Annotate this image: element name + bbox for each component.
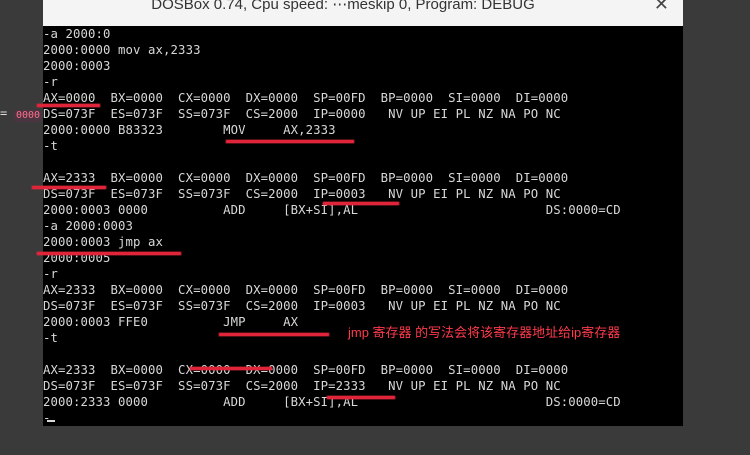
highlight-jmp-instr [219,333,329,336]
console-line: DS=073F ES=073F SS=073F CS=2000 IP=0003 … [43,299,561,313]
console-line: AX=2333 BX=0000 CX=0000 DX=0000 SP=00FD … [43,171,569,185]
annotation-note: jmp 寄存器 的写法会将该寄存器地址给ip寄存器 [348,325,621,340]
console-line: AX=2333 BX=0000 CX=0000 DX=0000 SP=00FD … [43,363,569,377]
console-line: 2000:0000 B83323 MOV AX,2333 [43,123,336,137]
highlight-mov-instr [226,140,354,143]
console-line: DS=073F ES=073F SS=073F CS=2000 IP=0000 … [43,107,561,121]
console-line: AX=0000 BX=0000 CX=0000 DX=0000 SP=00FD … [43,91,569,105]
window-titlebar: DOSBox 0.74, Cpu speed: ⋯meskip 0, Progr… [43,0,683,26]
console-line: 2000:0003 [43,59,111,73]
highlight-jmp-line [37,252,181,255]
console-line: -t [43,139,59,153]
highlight-dx [190,367,272,370]
highlight-ip-0003 [323,202,399,205]
console-line: 2000:0000 mov ax,2333 [43,43,201,57]
window-title: DOSBox 0.74, Cpu speed: ⋯meskip 0, Progr… [151,0,535,13]
console-line: AX=2333 BX=0000 CX=0000 DX=0000 SP=00FD … [43,283,569,297]
console-line: DS=073F ES=073F SS=073F CS=2000 IP=2333 … [43,379,561,393]
text-cursor [47,420,55,422]
highlight-ax-0000 [37,104,100,107]
side-register-badge: 0000 [14,110,43,122]
console-line: DS=073F ES=073F SS=073F CS=2000 IP=0003 … [43,187,561,201]
dos-console[interactable]: -a 2000:0 2000:0000 mov ax,2333 2000:000… [43,26,683,426]
console-line: -t [43,331,59,345]
console-line: - [43,411,51,425]
console-line: 2000:0003 FFE0 JMP AX [43,315,299,329]
console-line: -r [43,75,59,89]
close-icon[interactable]: ✕ [654,0,669,15]
highlight-ip-2333 [327,396,395,399]
console-line: -r [43,267,59,281]
console-line: -a 2000:0003 [43,219,134,233]
side-equals-fragment: = [0,106,8,120]
highlight-ds [32,186,106,189]
console-line: 2000:0003 jmp ax [43,235,164,249]
console-line: -a 2000:0 [43,27,111,41]
